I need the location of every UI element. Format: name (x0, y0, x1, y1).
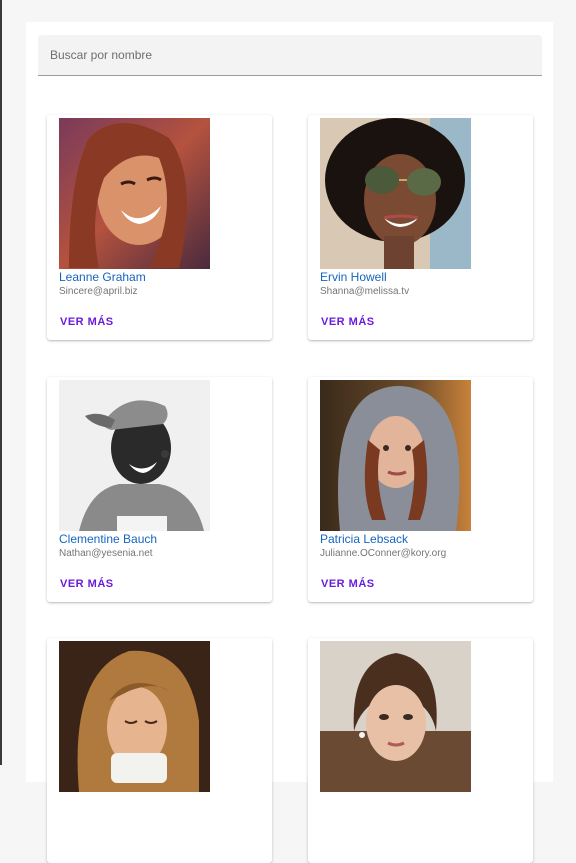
ver-mas-button[interactable] (313, 833, 329, 857)
user-email: Nathan@yesenia.net (59, 548, 153, 559)
ver-mas-button[interactable]: VER MÁS (313, 310, 383, 334)
user-card: Patricia Lebsack Julianne.OConner@kory.o… (308, 377, 533, 602)
user-name-link[interactable]: Clementine Bauch (59, 532, 157, 546)
user-name-link[interactable]: Leanne Graham (59, 270, 146, 284)
window-edge (0, 0, 2, 765)
user-name-link[interactable]: Patricia Lebsack (320, 532, 408, 546)
user-photo (320, 118, 471, 269)
user-card: Leanne Graham Sincere@april.biz VER MÁS (47, 115, 272, 340)
user-card: Ervin Howell Shanna@melissa.tv VER MÁS (308, 115, 533, 340)
ver-mas-button[interactable]: VER MÁS (313, 572, 383, 596)
user-card: Clementine Bauch Nathan@yesenia.net VER … (47, 377, 272, 602)
ver-mas-button[interactable]: VER MÁS (52, 572, 122, 596)
user-card (308, 638, 533, 863)
user-card (47, 638, 272, 863)
user-photo (320, 380, 471, 531)
user-email: Julianne.OConner@kory.org (320, 548, 447, 559)
content-panel: Leanne Graham Sincere@april.biz VER MÁS … (26, 22, 553, 863)
user-name-link[interactable]: Ervin Howell (320, 270, 387, 284)
user-photo (59, 641, 210, 792)
user-email: Sincere@april.biz (59, 286, 138, 297)
search-field[interactable] (38, 35, 542, 76)
user-photo (59, 118, 210, 269)
ver-mas-button[interactable]: VER MÁS (52, 310, 122, 334)
user-photo (320, 641, 471, 792)
user-email: Shanna@melissa.tv (320, 286, 410, 297)
ver-mas-button[interactable] (52, 833, 68, 857)
user-photo (59, 380, 210, 531)
search-input[interactable] (38, 35, 542, 75)
